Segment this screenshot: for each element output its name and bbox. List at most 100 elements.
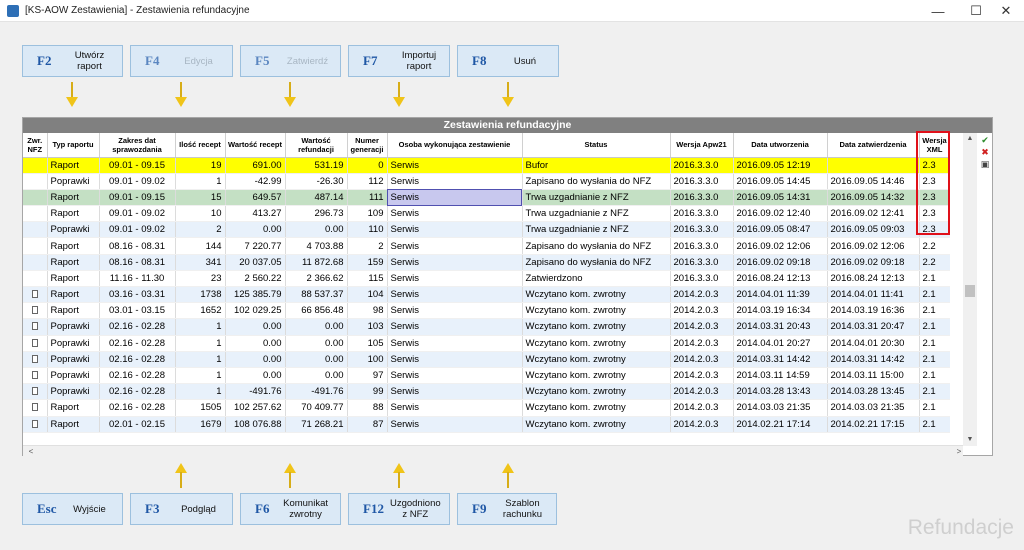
table-row[interactable]: Raport 08.16 - 08.31 144 7 220.77 4 703.88 2 S… — [23, 237, 950, 255]
vertical-scrollbar[interactable]: ▲ ▼ — [963, 133, 977, 446]
table-row[interactable]: Raport 03.16 - 03.31 1738 125 385.79 88 537.… — [23, 286, 950, 304]
cell-wartosc: 0.00 — [225, 335, 286, 352]
button-label: Zatwierdź — [286, 55, 329, 67]
table-row[interactable]: Raport 02.16 - 02.28 1505 102 257.62 70 409.… — [23, 399, 950, 417]
table-row[interactable]: Raport 09.01 - 09.15 15 649.57 487.14 111 Serw… — [23, 189, 950, 207]
invoice-template-button[interactable]: F9 Szablon rachunku — [457, 493, 557, 525]
approve-button[interactable]: F5 Zatwierdź — [240, 45, 341, 77]
agreed-with-nfz-button[interactable]: F12 Uzgodniono z NFZ — [348, 493, 450, 525]
table-row[interactable]: Raport 11.16 - 11.30 23 2 560.22 2 366.62 115… — [23, 270, 950, 288]
return-nfz-cell — [23, 302, 48, 320]
cell-status: Wczytano kom. zwrotny — [522, 302, 671, 320]
cell-wersja: 2016.3.3.0 — [670, 237, 734, 255]
table-row[interactable]: Raport 09.01 - 09.02 10 413.27 296.73 109 Serw… — [23, 205, 950, 223]
table-row[interactable]: Poprawki 02.16 - 02.28 1 0.00 0.00 100 Serwis W… — [23, 351, 950, 368]
cell-typ: Poprawki — [47, 367, 100, 385]
watermark: Refundacje — [907, 516, 1014, 539]
fkey-label: F2 — [37, 53, 52, 68]
reports-grid[interactable]: Zwr. NFZ Typ raportu Zakres dat sprawozdan… — [23, 133, 950, 446]
table-row[interactable]: Poprawki 02.16 - 02.28 1 0.00 0.00 97 Serwis Wc… — [23, 367, 950, 385]
cell-utworzenia: 2014.03.03 21:35 — [733, 399, 828, 417]
cell-xml: 2.1 — [919, 335, 950, 352]
cell-refundacja: 4 703.88 — [285, 237, 348, 255]
import-report-button[interactable]: F7 Importuj raport — [348, 45, 450, 77]
edit-button[interactable]: F4 Edycja — [130, 45, 233, 77]
cell-wersja: 2014.2.0.3 — [670, 416, 734, 433]
table-row[interactable]: Raport 08.16 - 08.31 341 20 037.05 11 872.68… — [23, 254, 950, 271]
column-header[interactable]: Numer generacji — [347, 133, 388, 158]
arrow-down-icon — [284, 82, 296, 108]
document-icon[interactable] — [31, 306, 38, 315]
column-header[interactable]: Ilość recept — [175, 133, 226, 158]
cell-wersja: 2014.2.0.3 — [670, 383, 734, 401]
table-row[interactable]: Raport 03.01 - 03.15 1652 102 029.25 66 856.… — [23, 302, 950, 320]
cell-wersja: 2016.3.3.0 — [670, 221, 734, 239]
table-row[interactable]: Raport 02.01 - 02.15 1679 108 076.88 71 268.… — [23, 416, 950, 433]
column-header[interactable]: Status — [522, 133, 671, 158]
column-header[interactable]: Data utworzenia — [733, 133, 828, 158]
column-header[interactable]: Zakres dat sprawozdania — [99, 133, 176, 158]
scroll-right-icon[interactable]: > — [953, 446, 965, 457]
return-message-button[interactable]: F6 Komunikat zwrotny — [240, 493, 341, 525]
cell-utworzenia: 2016.09.05 08:47 — [733, 221, 828, 239]
fkey-label: F7 — [363, 53, 378, 68]
window-title: [KS-AOW Zestawienia] - Zestawienia refun… — [25, 5, 250, 16]
table-row[interactable]: Poprawki 09.01 - 09.02 2 0.00 0.00 110 Serwis T… — [23, 221, 950, 239]
column-header[interactable]: Wartość refundacji — [285, 133, 348, 158]
cell-numer: 100 — [347, 351, 388, 368]
minimize-button[interactable]: — — [920, 0, 956, 22]
close-button[interactable]: ✕ — [988, 0, 1024, 22]
delete-row-icon[interactable]: ✖ — [980, 148, 990, 157]
column-header[interactable]: Wersja Apw21 — [670, 133, 734, 158]
exit-button[interactable]: Esc Wyjście — [22, 493, 123, 525]
cell-numer: 115 — [347, 270, 388, 288]
scroll-down-icon[interactable]: ▼ — [963, 434, 977, 446]
cell-utworzenia: 2014.02.21 17:14 — [733, 416, 828, 433]
cell-xml: 2.3 — [919, 173, 950, 190]
cell-utworzenia: 2014.03.19 16:34 — [733, 302, 828, 320]
table-row[interactable]: Poprawki 02.16 - 02.28 1 0.00 0.00 105 Serwis W… — [23, 335, 950, 352]
delete-button[interactable]: F8 Usuń — [457, 45, 559, 77]
create-report-button[interactable]: F2 Utwórz raport — [22, 45, 123, 77]
cell-ilosc: 1 — [175, 318, 226, 336]
column-header[interactable]: Zwr. NFZ — [23, 133, 48, 158]
document-icon[interactable] — [31, 387, 38, 396]
cell-zatwierdzenia: 2014.03.03 21:35 — [827, 399, 920, 417]
preview-button[interactable]: F3 Podgląd — [130, 493, 233, 525]
document-icon[interactable] — [31, 354, 38, 363]
document-icon[interactable] — [31, 338, 38, 347]
cell-zakres: 09.01 - 09.15 — [99, 189, 176, 207]
table-row[interactable]: Poprawki 09.01 - 09.02 1 -42.99 -26.30 112 Ser… — [23, 173, 950, 190]
table-row[interactable]: Raport 09.01 - 09.15 19 691.00 531.19 0 Serwis… — [23, 157, 950, 174]
document-icon[interactable] — [31, 290, 38, 299]
cell-osoba: Serwis — [387, 302, 523, 320]
cell-osoba: Serwis — [387, 367, 523, 385]
cell-wartosc: 2 560.22 — [225, 270, 286, 288]
horizontal-scrollbar[interactable]: < > — [23, 445, 963, 456]
column-header[interactable]: Osoba wykonująca zestawienie — [387, 133, 523, 158]
return-nfz-cell — [23, 205, 48, 223]
cell-ilosc: 341 — [175, 254, 226, 271]
scroll-up-icon[interactable]: ▲ — [963, 133, 977, 145]
window-icon[interactable]: ▣ — [980, 160, 990, 169]
document-icon[interactable] — [31, 403, 38, 412]
table-row[interactable]: Poprawki 02.16 - 02.28 1 0.00 0.00 103 Serwis W… — [23, 318, 950, 336]
cell-refundacja: 0.00 — [285, 318, 348, 336]
accept-icon[interactable]: ✔ — [980, 136, 990, 145]
button-label: Edycja — [184, 55, 213, 67]
column-header[interactable]: Typ raportu — [47, 133, 100, 158]
document-icon[interactable] — [31, 419, 38, 428]
document-icon[interactable] — [31, 371, 38, 380]
column-header[interactable]: Wartość recept — [225, 133, 286, 158]
cell-wersja: 2014.2.0.3 — [670, 399, 734, 417]
column-header[interactable]: Data zatwierdzenia — [827, 133, 920, 158]
scroll-thumb[interactable] — [965, 285, 975, 297]
scroll-left-icon[interactable]: < — [25, 446, 37, 457]
column-header[interactable]: Wersja XML — [919, 133, 950, 158]
cell-xml: 2.1 — [919, 383, 950, 401]
table-row[interactable]: Poprawki 02.16 - 02.28 1 -491.76 -491.76 99 Se… — [23, 383, 950, 401]
cell-typ: Poprawki — [47, 335, 100, 352]
cell-xml: 2.3 — [919, 189, 950, 207]
button-label: Podgląd — [181, 503, 216, 515]
document-icon[interactable] — [31, 322, 38, 331]
